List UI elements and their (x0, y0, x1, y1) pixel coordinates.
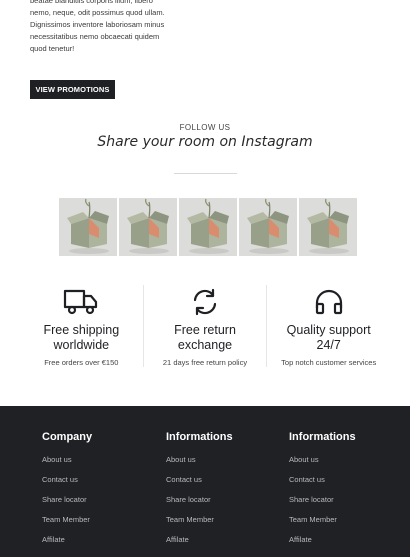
footer-link-share-locator[interactable]: Share locator (166, 495, 233, 515)
footer-link-team-member[interactable]: Team Member (166, 515, 233, 535)
footer-link-affiliate[interactable]: Affilate (289, 535, 356, 555)
instagram-photo[interactable] (59, 198, 117, 256)
instagram-photo[interactable] (119, 198, 177, 256)
footer-link-affiliate[interactable]: Affilate (42, 535, 92, 555)
follow-us-label: FOLLOW US (179, 123, 231, 132)
instagram-photo[interactable] (299, 198, 357, 256)
footer-column-title: Informations (166, 431, 233, 443)
promo-text: beatae blanditiis corporis illum, libero… (30, 0, 165, 53)
feature-shipping: Free shipping worldwide Free orders over… (20, 285, 143, 367)
feature-support: Quality support 24/7 Top notch customer … (266, 285, 390, 367)
feature-returns: Free return exchange 21 days free return… (142, 285, 267, 367)
footer-link-team-member[interactable]: Team Member (289, 515, 356, 535)
footer-column-informations-2: Informations About us Contact us Share l… (289, 431, 356, 555)
title-divider (174, 173, 237, 174)
footer-link-about[interactable]: About us (166, 455, 233, 475)
feature-subtitle: Free orders over €150 (44, 358, 119, 367)
view-promotions-button[interactable]: VIEW PROMOTIONS (30, 80, 115, 99)
feature-title: Free return exchange (174, 323, 236, 352)
footer-link-share-locator[interactable]: Share locator (289, 495, 356, 515)
footer-link-contact[interactable]: Contact us (42, 475, 92, 495)
instagram-gallery (59, 198, 357, 256)
feature-subtitle: Top notch customer services (281, 358, 377, 367)
footer-column-informations: Informations About us Contact us Share l… (166, 431, 233, 555)
instagram-photo[interactable] (239, 198, 297, 256)
footer-link-contact[interactable]: Contact us (289, 475, 356, 495)
truck-icon (20, 285, 143, 319)
headphones-icon (267, 285, 390, 319)
features-row: Free shipping worldwide Free orders over… (20, 285, 390, 367)
footer-link-about[interactable]: About us (42, 455, 92, 475)
refresh-icon (144, 285, 267, 319)
footer: Company About us Contact us Share locato… (0, 406, 410, 557)
feature-subtitle: 21 days free return policy (162, 358, 248, 367)
instagram-title: Share your room on Instagram (97, 134, 313, 150)
instagram-photo[interactable] (179, 198, 237, 256)
feature-title: Quality support 24/7 (286, 323, 371, 352)
footer-link-share-locator[interactable]: Share locator (42, 495, 92, 515)
footer-column-company: Company About us Contact us Share locato… (42, 431, 92, 555)
footer-link-about[interactable]: About us (289, 455, 356, 475)
footer-link-affiliate[interactable]: Affilate (166, 535, 233, 555)
footer-column-title: Informations (289, 431, 356, 443)
feature-title: Free shipping worldwide (43, 323, 120, 352)
footer-link-team-member[interactable]: Team Member (42, 515, 92, 535)
footer-link-contact[interactable]: Contact us (166, 475, 233, 495)
footer-column-title: Company (42, 431, 93, 443)
